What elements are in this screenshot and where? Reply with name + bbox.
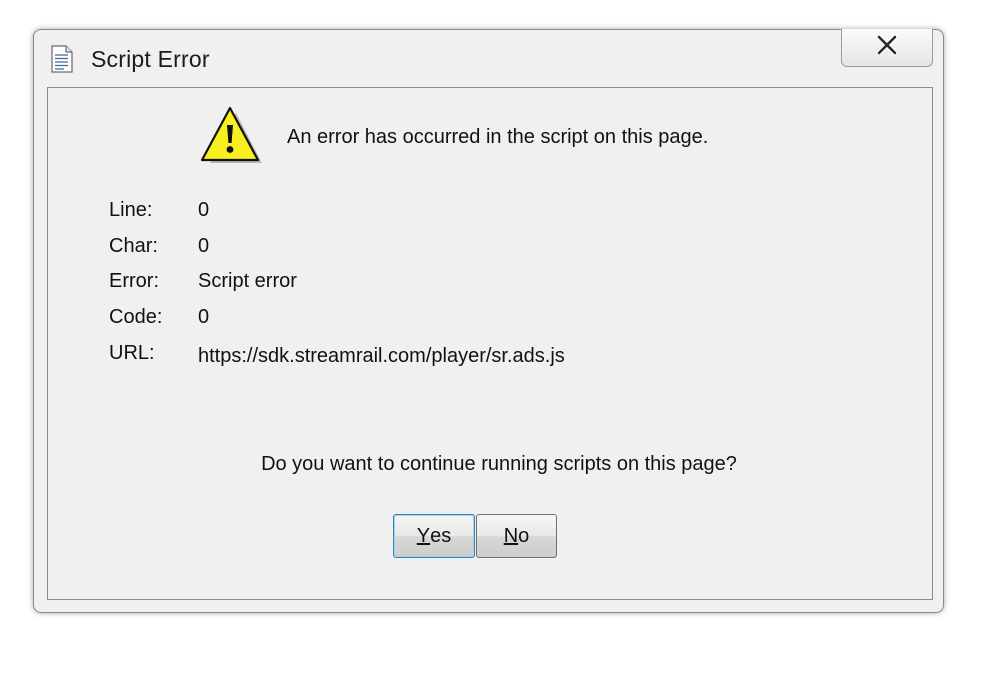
title-bar[interactable]: Script Error — [34, 29, 943, 86]
error-value: Script error — [198, 270, 297, 292]
warning-icon — [199, 105, 265, 167]
close-icon — [875, 34, 899, 60]
url-value: https://sdk.streamrail.com/player/sr.ads… — [198, 345, 565, 367]
char-value: 0 — [198, 235, 210, 257]
no-label-rest: o — [518, 524, 530, 547]
line-value: 0 — [198, 199, 210, 221]
error-headline: An error has occurred in the script on t… — [287, 126, 709, 148]
code-value: 0 — [198, 306, 210, 328]
window-title: Script Error — [91, 46, 210, 72]
script-error-dialog: Script Error An error has occurred in th… — [33, 29, 944, 613]
code-label: Code: — [109, 306, 163, 328]
yes-label-rest: es — [430, 524, 452, 547]
no-button[interactable]: No — [476, 514, 557, 558]
page: Script Error An error has occurred in th… — [0, 0, 988, 678]
dialog-content: An error has occurred in the script on t… — [47, 87, 933, 600]
char-label: Char: — [109, 235, 158, 257]
line-label: Line: — [109, 199, 153, 221]
url-label: URL: — [109, 342, 155, 364]
no-mnemonic: N — [503, 524, 519, 547]
yes-mnemonic: Y — [416, 524, 431, 547]
close-button[interactable] — [841, 29, 933, 67]
continue-question: Do you want to continue running scripts … — [261, 453, 737, 475]
document-icon — [51, 45, 73, 73]
yes-button[interactable]: Yes — [393, 514, 475, 558]
error-label: Error: — [109, 270, 159, 292]
